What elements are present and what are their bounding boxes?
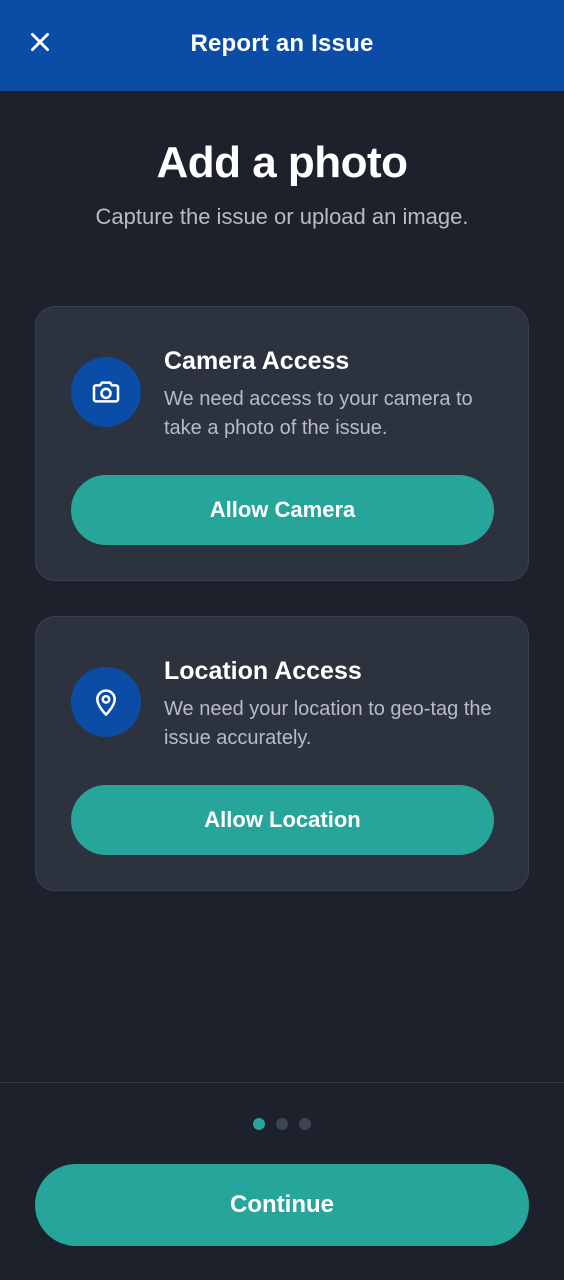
- report-issue-screen: Report an Issue Add a photo Capture the …: [0, 0, 564, 1280]
- location-pin-icon: [96, 689, 116, 716]
- page-subtitle: Capture the issue or upload an image.: [95, 204, 469, 229]
- app-header: Report an Issue: [0, 0, 564, 91]
- pagination-dots: [0, 1118, 564, 1130]
- pagination-dot: [276, 1118, 288, 1130]
- pagination-dot: [253, 1118, 265, 1130]
- allow-camera-button[interactable]: Allow Camera: [71, 475, 494, 545]
- continue-button[interactable]: Continue: [35, 1164, 529, 1246]
- footer-divider: [0, 1082, 564, 1083]
- allow-location-button[interactable]: Allow Location: [71, 785, 494, 855]
- location-access-description: We need your location to geo-tag the iss…: [164, 698, 492, 749]
- camera-icon: [92, 381, 120, 403]
- page-title: Add a photo: [156, 138, 408, 187]
- camera-access-description: We need access to your camera to take a …: [164, 388, 473, 439]
- location-icon-circle: [71, 667, 141, 737]
- header-title: Report an Issue: [190, 30, 374, 57]
- location-access-title: Location Access: [164, 657, 362, 685]
- camera-icon-circle: [71, 357, 141, 427]
- location-access-card: Location Access We need your location to…: [35, 616, 529, 891]
- camera-access-card: Camera Access We need access to your cam…: [35, 306, 529, 581]
- camera-access-title: Camera Access: [164, 347, 350, 375]
- pagination-dot: [299, 1118, 311, 1130]
